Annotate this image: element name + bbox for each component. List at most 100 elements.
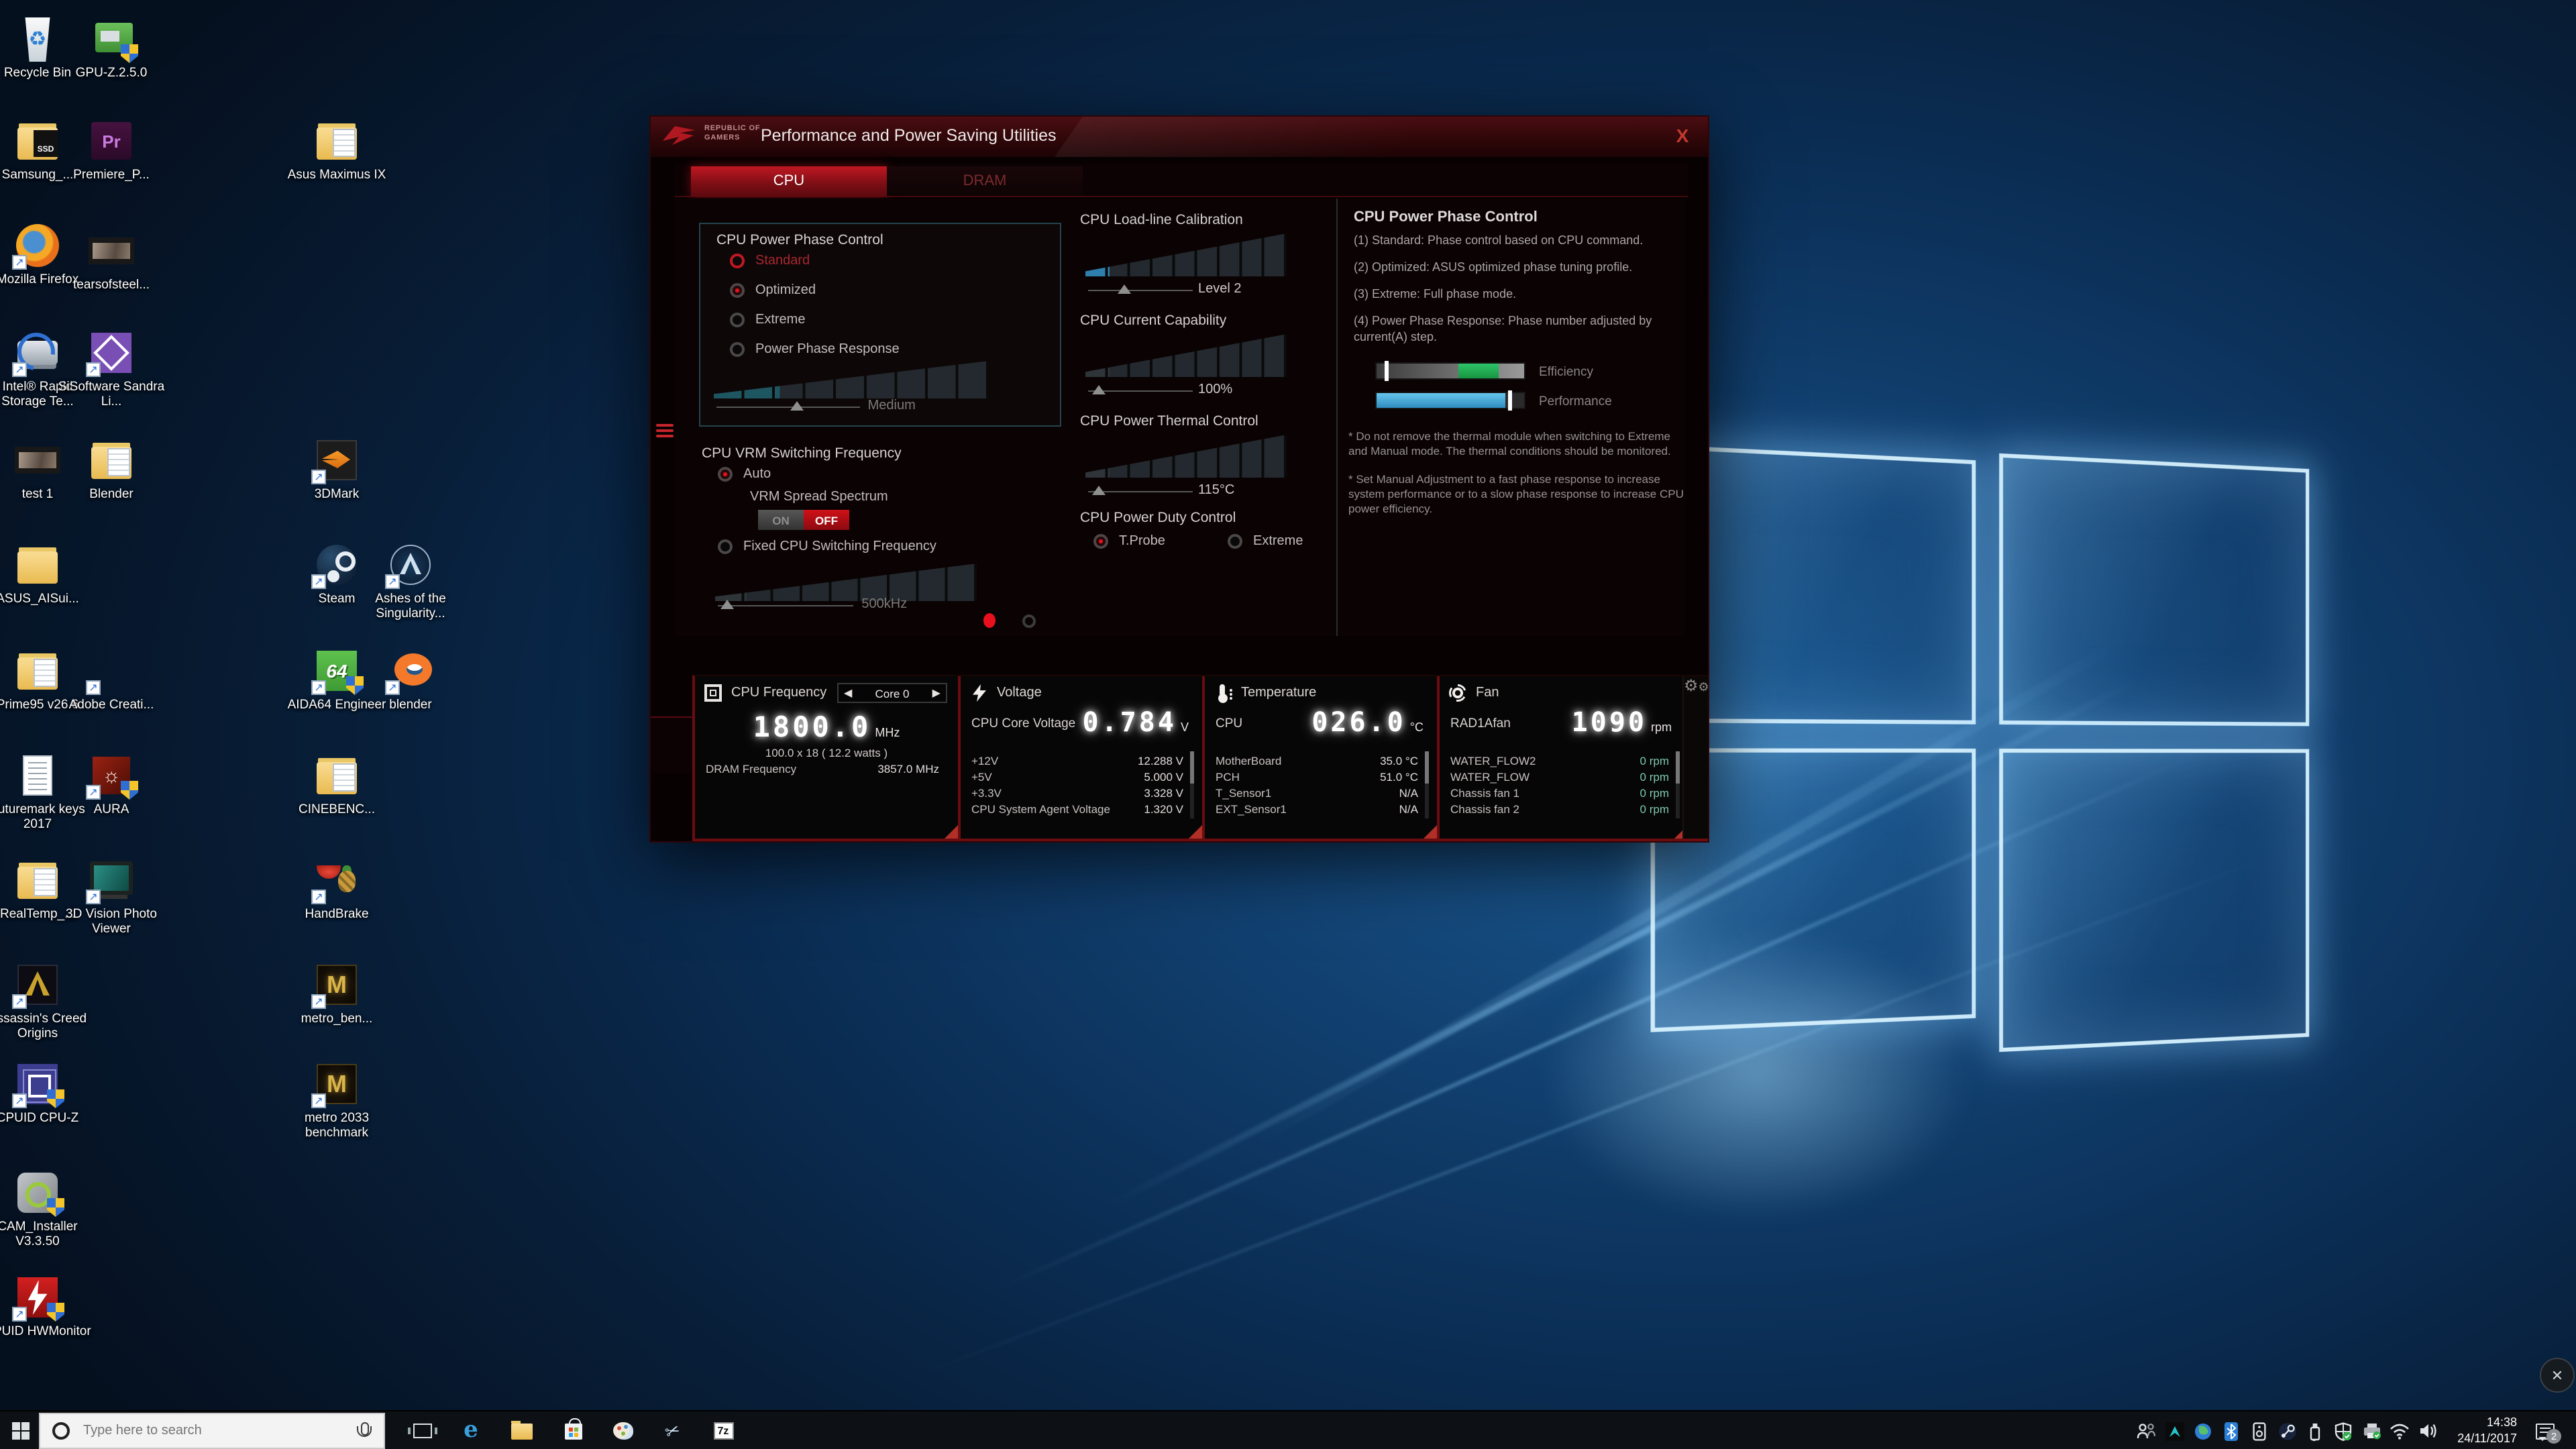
defender-shield-icon[interactable] xyxy=(2329,1411,2357,1449)
page-dot[interactable] xyxy=(1022,614,1036,627)
desktop-icon[interactable]: ↗ Premiere_P... xyxy=(58,118,165,182)
slider-thumb[interactable] xyxy=(1118,284,1131,294)
steam-tray-icon[interactable] xyxy=(2273,1411,2301,1449)
desktop-icon[interactable]: ↗ metro_ben... xyxy=(283,962,390,1026)
desktop-icon[interactable]: ↗ CAM_Installer V3.3.50 xyxy=(0,1170,91,1250)
start-button[interactable] xyxy=(0,1411,40,1449)
monitor-settings[interactable]: ⚙⚙ xyxy=(1682,676,1708,839)
llc-slider[interactable]: Level 2 xyxy=(1085,282,1287,298)
radio-duty-extreme[interactable]: Extreme xyxy=(1228,534,1303,549)
panel-resize-grip[interactable] xyxy=(1424,825,1437,839)
action-center-button[interactable]: 2 xyxy=(2525,1411,2565,1449)
7zip-button[interactable]: 7z xyxy=(703,1411,743,1449)
window-titlebar[interactable]: REPUBLIC OF GAMERS Performance and Power… xyxy=(651,117,1708,157)
printer-icon[interactable] xyxy=(2357,1411,2385,1449)
radio-optimized[interactable]: Optimized xyxy=(730,283,816,298)
wifi-icon[interactable] xyxy=(2385,1411,2414,1449)
desktop-icon[interactable]: ↗ HandBrake xyxy=(283,857,390,922)
slider-thumb[interactable] xyxy=(791,401,804,411)
task-view-button[interactable] xyxy=(402,1411,443,1449)
gear-icon[interactable]: ⚙ xyxy=(1684,676,1699,695)
close-icon[interactable]: X xyxy=(1670,123,1695,148)
scrollbar[interactable] xyxy=(1425,751,1429,818)
tab-dram[interactable]: DRAM xyxy=(887,166,1083,196)
desktop-icon[interactable]: ↗ Adobe Creati... xyxy=(58,648,165,712)
snipping-tool-button[interactable]: ✂ xyxy=(652,1411,692,1449)
menu-icon[interactable] xyxy=(656,424,674,440)
desktop-icon-image: ↗ xyxy=(15,330,60,376)
desktop-icon-image: ↗ xyxy=(314,542,360,588)
toggle-on[interactable]: ON xyxy=(758,510,804,530)
slider-thumb[interactable] xyxy=(1091,486,1105,495)
desktop-icon[interactable]: ↗ SiSoftware Sandra Li... xyxy=(58,330,165,410)
radio-power-phase-response[interactable]: Power Phase Response xyxy=(730,342,900,357)
uac-shield-icon xyxy=(121,781,138,800)
file-explorer-button[interactable] xyxy=(502,1411,542,1449)
scrollbar[interactable] xyxy=(1676,751,1680,818)
usb-icon[interactable] xyxy=(2301,1411,2329,1449)
desktop-icon-label: blender xyxy=(357,698,464,712)
panel-resize-grip[interactable] xyxy=(1189,825,1202,839)
core-selector[interactable]: ◀ Core 0 ▶ xyxy=(837,683,947,703)
desktop-icon[interactable]: ↗ Blender xyxy=(58,437,165,502)
vrm-spread-toggle[interactable]: ON OFF xyxy=(758,510,849,530)
desktop-icon-label: tearsofsteel... xyxy=(58,278,165,292)
panel-resize-grip[interactable] xyxy=(945,825,958,839)
desktop-icon[interactable]: ↗ ASUS_AISui... xyxy=(0,542,91,606)
radio-standard[interactable]: Standard xyxy=(730,254,810,268)
taskbar-clock[interactable]: 14:38 24/11/2017 xyxy=(2457,1411,2517,1449)
audio-device-icon[interactable] xyxy=(2245,1411,2273,1449)
edge-button[interactable]: e xyxy=(451,1411,491,1449)
slider-thumb[interactable] xyxy=(720,600,734,609)
volume-icon[interactable] xyxy=(2414,1411,2442,1449)
desktop-icon[interactable]: ↗ Asus Maximus IX xyxy=(283,118,390,182)
slider-thumb[interactable] xyxy=(1091,385,1105,394)
temperature-icon xyxy=(1214,684,1232,702)
desktop-icon[interactable]: ↗ tearsofsteel... xyxy=(58,228,165,292)
core-prev-icon[interactable]: ◀ xyxy=(844,687,852,699)
network-globe-icon[interactable] xyxy=(2188,1411,2216,1449)
gear-icon[interactable]: ⚙ xyxy=(1699,680,1709,694)
scrollbar[interactable] xyxy=(1190,751,1194,818)
tab-cpu[interactable]: CPU xyxy=(691,166,887,196)
desktop-icon[interactable]: ↗ GPU-Z.2.5.0 xyxy=(58,16,165,80)
phase-slider[interactable]: Medium xyxy=(714,398,989,415)
vrm-slider[interactable]: 500kHz xyxy=(715,597,977,613)
capability-slider[interactable]: 100% xyxy=(1085,382,1287,398)
desktop-icon[interactable]: ↗ 3DMark xyxy=(283,437,390,502)
rog-brand-text: REPUBLIC OF GAMERS xyxy=(704,125,760,144)
microphone-icon[interactable] xyxy=(356,1421,372,1440)
core-next-icon[interactable]: ▶ xyxy=(932,687,941,699)
thermal-slider[interactable]: 115°C xyxy=(1085,483,1287,499)
people-icon[interactable] xyxy=(2132,1411,2160,1449)
desktop-icon[interactable]: ↗ Ashes of the Singularity... xyxy=(357,542,464,622)
desktop-icon-label: ASUS_AISui... xyxy=(0,592,91,606)
toggle-off[interactable]: OFF xyxy=(804,510,849,530)
panel-title: Temperature xyxy=(1241,686,1316,700)
desktop-icon[interactable]: ↗ CPUID HWMonitor xyxy=(0,1275,91,1339)
taskbar-search[interactable] xyxy=(39,1413,385,1449)
desktop-icon[interactable]: ↗ Assassin's Creed Origins xyxy=(0,962,91,1042)
desktop-icon-image: ↗ xyxy=(15,118,60,164)
search-input[interactable] xyxy=(80,1422,356,1440)
desktop-icon[interactable]: ↗ blender xyxy=(357,648,464,712)
info-p1: (1) Standard: Phase control based on CPU… xyxy=(1354,233,1681,249)
radio-tprobe[interactable]: T.Probe xyxy=(1093,534,1165,549)
desktop-icon[interactable]: ↗ metro 2033 benchmark xyxy=(283,1061,390,1141)
desktop-icon[interactable]: ↗ CPUID CPU-Z xyxy=(0,1061,91,1126)
desktop-icon[interactable]: ↗ 3D Vision Photo Viewer xyxy=(58,857,165,937)
desktop-icon[interactable]: ↗ AURA xyxy=(58,753,165,817)
store-button[interactable] xyxy=(553,1411,593,1449)
paint-button[interactable] xyxy=(602,1411,643,1449)
file-explorer-icon xyxy=(511,1423,533,1439)
radio-auto[interactable]: Auto xyxy=(718,467,771,482)
aura-tray-icon[interactable] xyxy=(2160,1411,2188,1449)
radio-fixed-frequency[interactable]: Fixed CPU Switching Frequency xyxy=(718,539,936,554)
radio-extreme[interactable]: Extreme xyxy=(730,313,805,327)
floating-close-button[interactable]: ✕ xyxy=(2540,1358,2575,1393)
page-dot-active[interactable] xyxy=(983,613,996,628)
desktop-icon[interactable]: ↗ CINEBENC... xyxy=(283,753,390,817)
slider-value: 100% xyxy=(1198,382,1232,397)
desktop-icon-image: ↗ xyxy=(314,857,360,903)
bluetooth-icon[interactable] xyxy=(2216,1411,2245,1449)
